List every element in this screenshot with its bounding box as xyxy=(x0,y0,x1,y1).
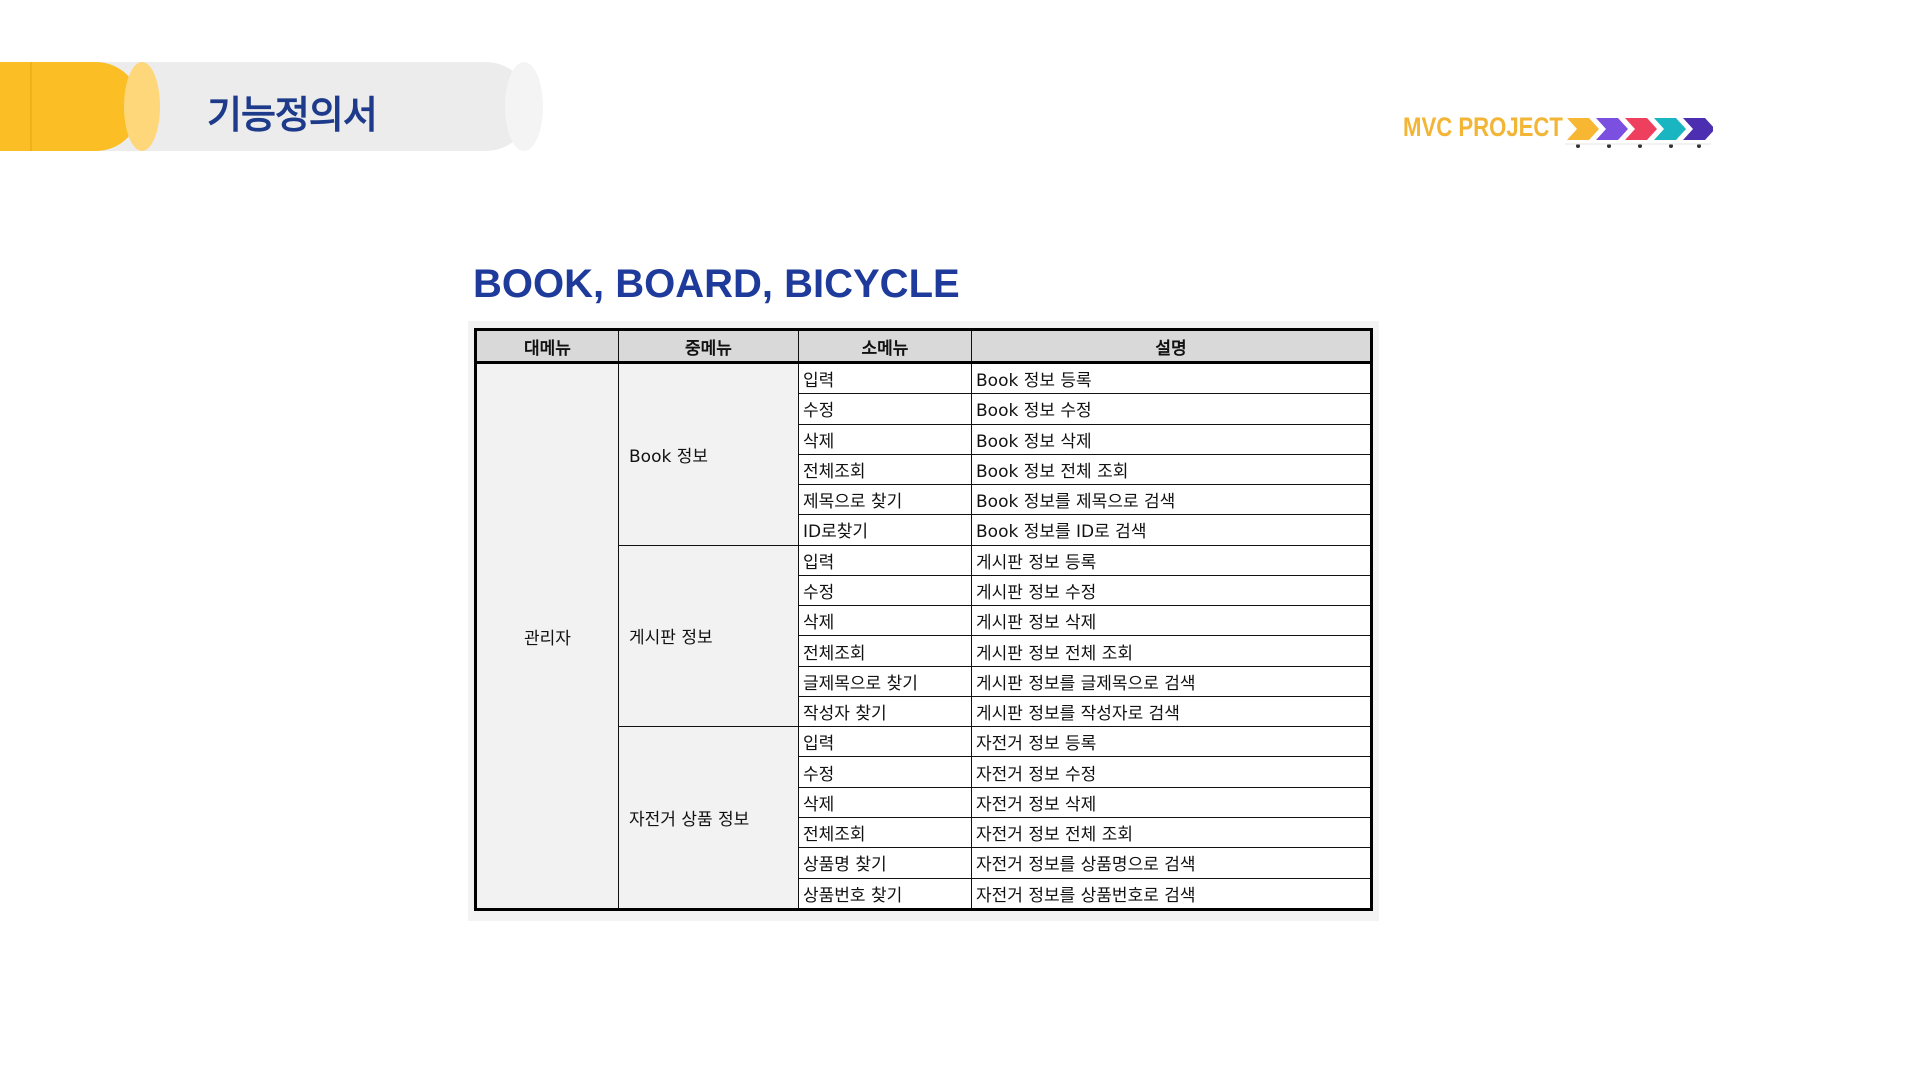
sub-menu-cell: 전체조회 xyxy=(798,816,972,849)
sub-menu-cell: 수정 xyxy=(798,756,972,788)
title-banner: 기능정의서 xyxy=(0,62,545,151)
description-cell: 게시판 정보 수정 xyxy=(971,574,1372,607)
arrow-chevrons-icon xyxy=(1565,118,1713,148)
banner-accent xyxy=(0,62,140,151)
header-sub-menu: 소메뉴 xyxy=(798,329,972,364)
description-cell: Book 정보 등록 xyxy=(971,361,1372,395)
sub-menu-cell: 전체조회 xyxy=(798,635,972,667)
table-header-row: 대메뉴 중메뉴 소메뉴 설명 xyxy=(475,329,1372,364)
description-cell: 게시판 정보를 작성자로 검색 xyxy=(971,695,1372,728)
description-cell: 게시판 정보 등록 xyxy=(971,544,1372,576)
section-title: BOOK, BOARD, BICYCLE xyxy=(473,262,960,306)
sub-menu-cell: 삭제 xyxy=(798,423,972,455)
description-cell: 자전거 정보 전체 조회 xyxy=(971,816,1372,849)
sub-menu-cell: 전체조회 xyxy=(798,453,972,486)
description-cell: Book 정보를 제목으로 검색 xyxy=(971,484,1372,516)
header-mid-menu: 중메뉴 xyxy=(618,329,799,364)
description-cell: Book 정보 수정 xyxy=(971,393,1372,425)
table-row: 관리자 Book 정보 입력 Book 정보 등록 xyxy=(475,361,1372,910)
chevron-arrow xyxy=(1625,118,1657,140)
banner-tube-end xyxy=(505,62,543,151)
description-cell: Book 정보 삭제 xyxy=(971,423,1372,455)
main-menu-cell: 관리자 xyxy=(475,362,619,910)
header-description: 설명 xyxy=(971,329,1372,364)
description-cell: 자전거 정보 등록 xyxy=(971,726,1372,758)
description-cell: 게시판 정보 삭제 xyxy=(971,605,1372,637)
mid-menu-cell: Book 정보 xyxy=(618,362,799,546)
banner-accent-end xyxy=(124,62,160,151)
function-spec-table: 대메뉴 중메뉴 소메뉴 설명 관리자 Book 정보 입력 Book 정보 등록 수정 B… xyxy=(474,328,1373,911)
description-cell: 자전거 정보 삭제 xyxy=(971,786,1372,819)
sub-menu-cell: 제목으로 찾기 xyxy=(798,484,972,516)
description-cell: Book 정보를 ID로 검색 xyxy=(971,514,1372,546)
sub-menu-cell: 입력 xyxy=(798,726,972,758)
page-title: 기능정의서 xyxy=(207,93,378,137)
sub-menu-cell: 수정 xyxy=(798,574,972,607)
description-cell: 게시판 정보를 글제목으로 검색 xyxy=(971,665,1372,697)
table-body: 관리자 Book 정보 입력 Book 정보 등록 수정 Book 정보 수정 삭제 Book… xyxy=(475,361,1372,911)
description-cell: 게시판 정보 전체 조회 xyxy=(971,635,1372,667)
slide-page: 기능정의서 MVC PROJECT BOOK, BOARD, BICYCLE 대… xyxy=(0,0,1920,1080)
chevron-arrow xyxy=(1654,118,1686,140)
sub-menu-cell: 입력 xyxy=(798,544,972,576)
sub-menu-cell: 상품명 찾기 xyxy=(798,847,972,879)
sub-menu-cell: 작성자 찾기 xyxy=(798,695,972,728)
sub-menu-cell: 글제목으로 찾기 xyxy=(798,665,972,697)
sub-menu-cell: 삭제 xyxy=(798,605,972,637)
sub-menu-cell: 입력 xyxy=(798,361,972,395)
sub-menu-cell: 수정 xyxy=(798,393,972,425)
dots xyxy=(1576,144,1701,148)
chevron-arrow xyxy=(1567,118,1599,140)
sub-menu-cell: 상품번호 찾기 xyxy=(798,877,972,911)
sub-menu-cell: 삭제 xyxy=(798,786,972,819)
chevron-arrow xyxy=(1596,118,1628,140)
project-label: MVC PROJECT xyxy=(1403,112,1563,142)
mid-menu-cell: 게시판 정보 xyxy=(618,544,799,728)
sub-menu-cell: ID로찾기 xyxy=(798,514,972,546)
banner-stripe xyxy=(30,62,32,151)
chevron-arrow xyxy=(1683,118,1713,140)
description-cell: 자전거 정보 수정 xyxy=(971,756,1372,788)
header-main-menu: 대메뉴 xyxy=(475,329,619,364)
mid-menu-cell: 자전거 상품 정보 xyxy=(618,726,799,910)
description-cell: 자전거 정보를 상품명으로 검색 xyxy=(971,847,1372,879)
description-cell: 자전거 정보를 상품번호로 검색 xyxy=(971,877,1372,911)
description-cell: Book 정보 전체 조회 xyxy=(971,453,1372,486)
